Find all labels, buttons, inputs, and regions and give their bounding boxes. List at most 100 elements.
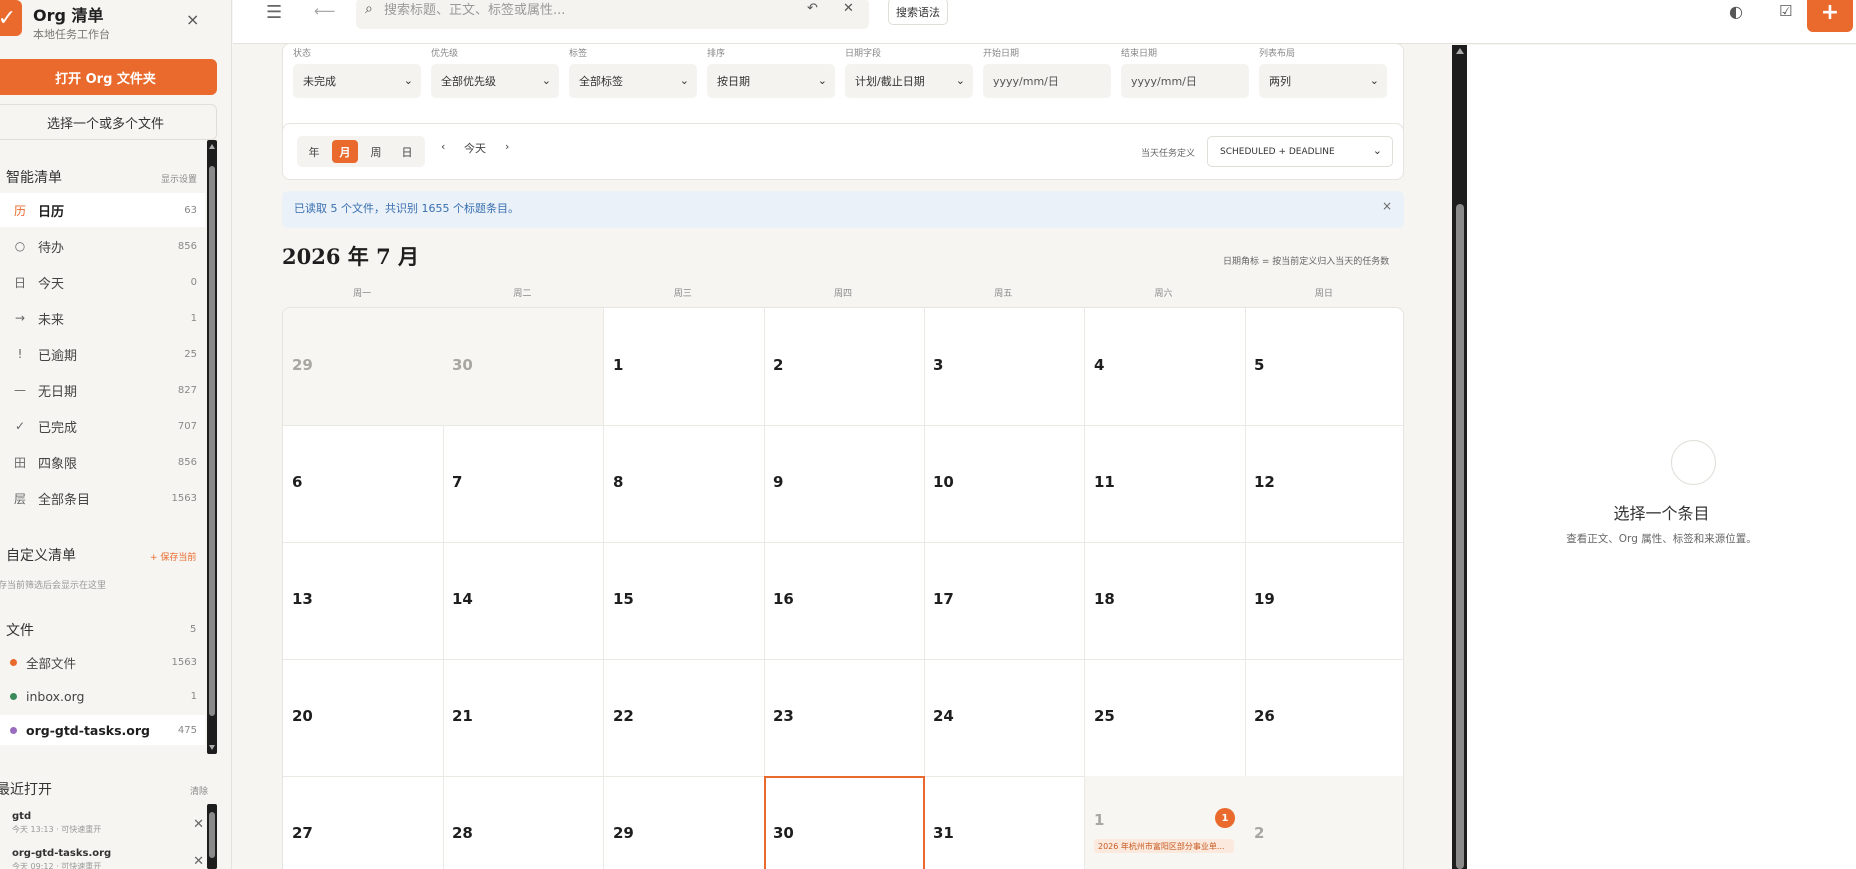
file-item[interactable]: org-gtd-tasks.org 475	[0, 715, 205, 745]
select-files-button[interactable]: 选择一个或多个文件	[0, 104, 217, 140]
sidebar-item-label: 全部条目	[38, 492, 91, 508]
calendar-day[interactable]: 24	[924, 659, 1085, 777]
calendar-day[interactable]: 22	[604, 659, 765, 777]
filter-select[interactable]: 按日期 ⌄	[707, 64, 835, 98]
calendar-day[interactable]: 9	[764, 425, 925, 543]
search-input[interactable]	[384, 0, 774, 20]
close-icon[interactable]: ✕	[193, 854, 204, 869]
calendar-day[interactable]: 28	[443, 776, 604, 869]
sidebar-item[interactable]: ! 已逾期 25	[0, 337, 205, 371]
today-button[interactable]: 今天	[464, 140, 486, 156]
view-tab[interactable]: 月	[332, 140, 358, 163]
calendar-day[interactable]: 23	[764, 659, 925, 777]
scroll-up-arrow[interactable]	[209, 144, 215, 149]
calendar-day[interactable]: 19	[1245, 542, 1403, 660]
calendar-day[interactable]: 4	[1085, 308, 1246, 426]
sidebar-item[interactable]: ○ 待办 856	[0, 229, 205, 263]
close-icon[interactable]: ×	[1382, 199, 1392, 213]
sidebar-item[interactable]: — 无日期 827	[0, 373, 205, 407]
add-item-button[interactable]: +	[1807, 0, 1853, 32]
calendar-day[interactable]: 30	[764, 776, 925, 869]
sidebar-item[interactable]: 历日历 63	[0, 193, 205, 227]
calendar-day[interactable]: 15	[604, 542, 765, 660]
main-scrollbar[interactable]	[1452, 45, 1467, 869]
recent-item[interactable]: gtd 今天 13:13 · 可快速重开 ✕	[12, 811, 204, 843]
sidebar-item[interactable]: 田四象限 856	[0, 445, 205, 479]
weekday-label: 周日	[1314, 289, 1333, 299]
recent-scrollbar[interactable]	[207, 804, 217, 869]
calendar-day[interactable]: 6	[283, 425, 444, 543]
close-icon[interactable]: ×	[186, 10, 199, 29]
calendar-day[interactable]: 18	[1085, 542, 1246, 660]
scrollbar-thumb[interactable]	[1456, 204, 1464, 869]
undo-icon[interactable]: ↶	[807, 1, 818, 16]
calendar-day[interactable]: 11	[1085, 425, 1246, 543]
filter-value: 计划/截止日期	[855, 75, 925, 88]
calendar-day[interactable]: 2	[764, 308, 925, 426]
theme-toggle-icon[interactable]: ◐	[1729, 2, 1743, 21]
save-current-button[interactable]: + 保存当前	[150, 550, 196, 563]
calendar-day[interactable]: 20	[283, 659, 444, 777]
file-item[interactable]: inbox.org 1	[0, 681, 205, 711]
calendar-day[interactable]: 25	[1085, 659, 1246, 777]
sidebar-item[interactable]: → 未来 1	[0, 301, 205, 335]
checkbox-icon[interactable]: ☑	[1779, 2, 1792, 20]
filter-select[interactable]: 全部优先级 ⌄	[431, 64, 559, 98]
calendar-day[interactable]: 7	[443, 425, 604, 543]
calendar-day[interactable]: 26	[1245, 659, 1403, 777]
search-syntax-button[interactable]: 搜索语法	[888, 0, 948, 25]
day-number: 28	[452, 824, 473, 842]
date-input[interactable]: yyyy/mm/日	[1121, 64, 1249, 98]
view-tab[interactable]: 周	[363, 140, 389, 163]
scroll-up-arrow[interactable]	[1456, 48, 1464, 54]
sidebar-scrollbar[interactable]	[207, 140, 217, 754]
close-icon[interactable]: ✕	[193, 817, 204, 832]
file-item[interactable]: 全部文件 1563	[0, 647, 205, 677]
open-folder-button[interactable]: 打开 Org 文件夹	[0, 59, 217, 95]
task-definition-select[interactable]: SCHEDULED + DEADLINE ⌄	[1207, 136, 1393, 167]
back-arrow-icon[interactable]: ⟵	[314, 2, 336, 20]
calendar-day[interactable]: 27	[283, 776, 444, 869]
filter-select[interactable]: 未完成 ⌄	[293, 64, 421, 98]
calendar-day[interactable]: 10	[924, 425, 1085, 543]
calendar-day[interactable]: 31	[924, 776, 1085, 869]
scroll-down-arrow[interactable]	[209, 745, 215, 750]
scrollbar-thumb[interactable]	[209, 166, 215, 716]
view-tab[interactable]: 年	[301, 140, 327, 163]
calendar-day[interactable]: 2	[1245, 776, 1403, 869]
calendar-event[interactable]: 2026 年杭州市富阳区部分事业单...	[1094, 839, 1234, 853]
display-settings-link[interactable]: 显示设置	[161, 172, 197, 185]
sidebar-item[interactable]: ✓ 已完成 707	[0, 409, 205, 443]
filter-select[interactable]: 两列 ⌄	[1259, 64, 1387, 98]
calendar-day[interactable]: 16	[764, 542, 925, 660]
filter-select[interactable]: 计划/截止日期 ⌄	[845, 64, 973, 98]
file-item-label: inbox.org	[26, 688, 85, 704]
calendar-day[interactable]: 8	[604, 425, 765, 543]
calendar-day[interactable]: 13	[283, 542, 444, 660]
date-input[interactable]: yyyy/mm/日	[983, 64, 1111, 98]
calendar-day[interactable]: 3	[924, 308, 1085, 426]
calendar-day[interactable]: 17	[924, 542, 1085, 660]
clear-search-icon[interactable]: ✕	[843, 1, 854, 16]
calendar-day[interactable]: 21	[443, 659, 604, 777]
calendar-day[interactable]: 29	[283, 308, 444, 426]
scrollbar-thumb[interactable]	[209, 812, 215, 858]
sidebar-item-icon: 历	[13, 203, 26, 218]
prev-period-button[interactable]: ‹	[441, 140, 445, 153]
calendar-day[interactable]: 5	[1245, 308, 1403, 426]
calendar-day[interactable]: 30	[443, 308, 604, 426]
calendar-day[interactable]: 12	[1245, 425, 1403, 543]
filter-value: yyyy/mm/日	[993, 75, 1059, 88]
view-tab[interactable]: 日	[394, 140, 420, 163]
sidebar-item[interactable]: 日今天 0	[0, 265, 205, 299]
calendar-day[interactable]: 1 1 2026 年杭州市富阳区部分事业单...	[1085, 776, 1246, 869]
menu-icon[interactable]: ☰	[266, 2, 282, 23]
next-period-button[interactable]: ›	[505, 140, 509, 153]
clear-recent-button[interactable]: 清除	[190, 784, 208, 797]
sidebar-item[interactable]: 层全部条目 1563	[0, 481, 205, 515]
calendar-day[interactable]: 29	[604, 776, 765, 869]
filter-select[interactable]: 全部标签 ⌄	[569, 64, 697, 98]
calendar-day[interactable]: 1	[604, 308, 765, 426]
calendar-day[interactable]: 14	[443, 542, 604, 660]
recent-item[interactable]: org-gtd-tasks.org 今天 09:12 · 可快速重开 ✕	[12, 848, 204, 869]
